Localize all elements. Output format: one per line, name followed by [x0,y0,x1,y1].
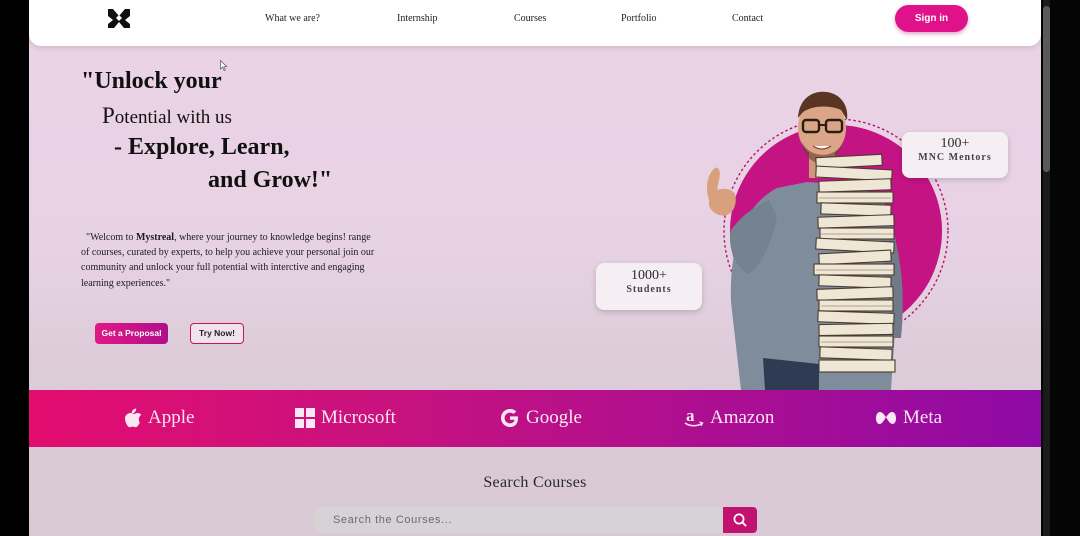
meta-icon [876,412,896,424]
brand-logo-icon[interactable] [107,7,131,29]
hero-headline-line-2-rest: otential with us [114,107,232,128]
apple-icon [125,408,142,428]
search-button[interactable] [723,507,757,533]
brand-name-meta: Meta [903,407,943,428]
nav-link-internship[interactable]: Internship [397,13,438,24]
stat-label-mentors: MNC Mentors [918,152,992,163]
brand-name-apple: Apple [148,407,195,428]
brand-name-amazon: Amazon [710,407,775,428]
amazon-icon: a [684,407,704,427]
brand-apple: Apple [124,407,194,429]
search-courses-input[interactable] [314,507,724,533]
brand-microsoft: Microsoft [295,407,396,429]
brand-google: Google [500,407,582,429]
hero-headline-initial: P [102,103,115,128]
stat-number-mentors: 100+ [940,136,970,151]
nav-link-portfolio[interactable]: Portfolio [621,13,657,24]
brand-amazon: a Amazon [684,407,774,429]
nav-link-courses[interactable]: Courses [514,13,546,24]
hero-headline-line-4: and Grow!" [208,167,333,193]
intro-text-start: "Welcom to [86,232,136,243]
signin-button[interactable]: Sign in [895,5,968,32]
hero-headline-line-3: - Explore, Learn, [114,134,290,160]
scrollbar-thumb[interactable] [1043,6,1050,172]
nav-link-contact[interactable]: Contact [732,13,763,24]
stat-number-students: 1000+ [631,268,667,283]
brand-name-microsoft: Microsoft [321,407,396,428]
hero-headline-line-1: "Unlock your [81,68,222,94]
google-icon [501,409,518,427]
hero-intro-text: "Welcom to Mystreal, where your journey … [81,230,381,291]
hero-headline-line-2: Potential with us [102,103,232,129]
screen-frame-left [0,0,29,536]
stat-label-students: Students [626,284,672,295]
brand-name-google: Google [526,407,582,428]
windows-icon [295,408,315,428]
partner-brands-band: Apple Microsoft Google a Amazon Meta [29,390,1041,447]
landing-page: What we are? Internship Courses Portfoli… [29,0,1041,536]
search-icon [733,513,747,527]
stat-card-mentors: 100+ MNC Mentors [902,132,1008,178]
get-proposal-button[interactable]: Get a Proposal [95,323,168,344]
intro-brand-name: Mystreal [135,232,175,243]
nav-link-what-we-are[interactable]: What we are? [265,13,320,24]
top-navbar: What we are? Internship Courses Portfoli… [29,0,1041,46]
brand-meta: Meta [875,407,942,429]
svg-text:a: a [686,407,695,425]
try-now-button[interactable]: Try Now! [190,323,244,344]
stat-card-students: 1000+ Students [596,263,702,310]
search-courses-title: Search Courses [483,474,587,491]
